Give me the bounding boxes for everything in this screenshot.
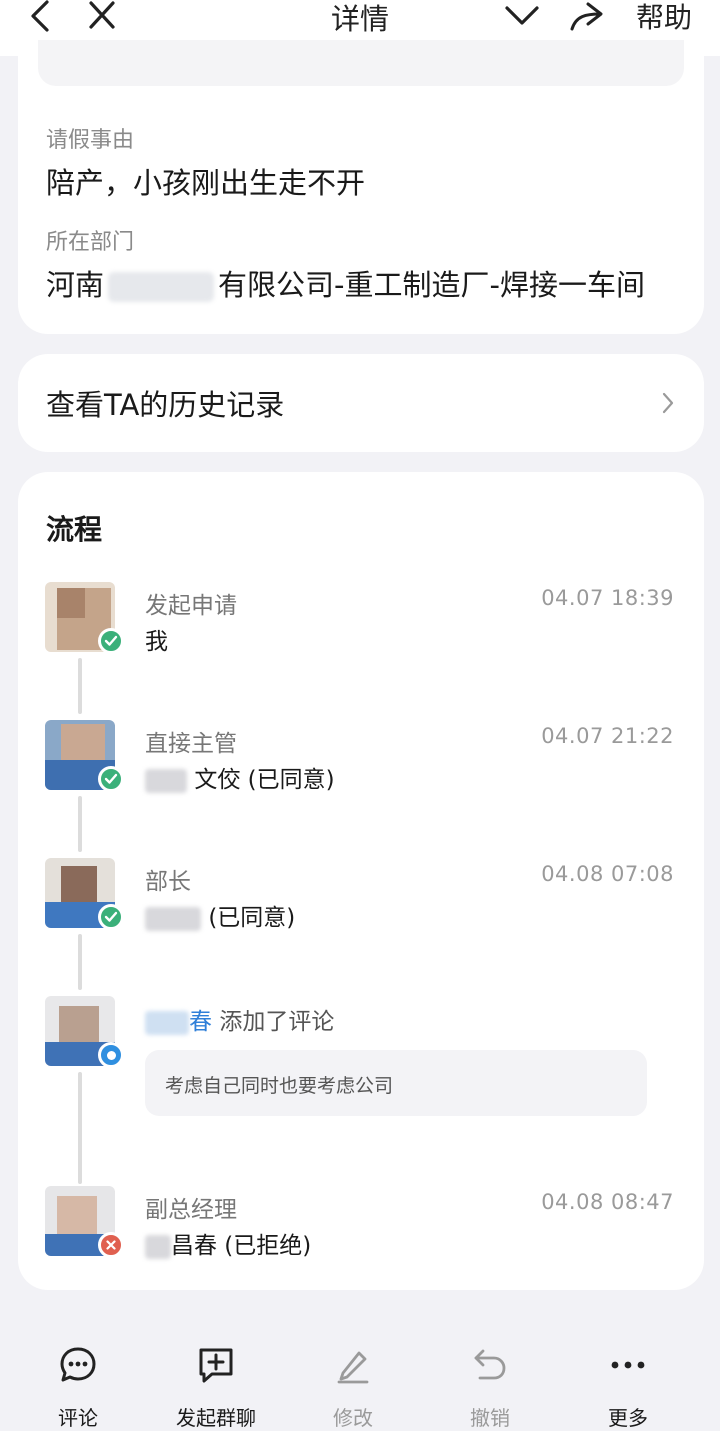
department-suffix: 有限公司-重工制造厂-焊接一车间 — [218, 268, 645, 302]
step-title: 部长 — [145, 869, 191, 895]
comment-bubble: 考虑自己同时也要考虑公司 — [145, 1050, 647, 1116]
share-icon[interactable] — [566, 0, 606, 32]
start-group-chat-button[interactable]: 发起群聊 — [160, 1344, 272, 1431]
redacted-text — [145, 906, 201, 931]
revoke-button[interactable]: 撤销 — [435, 1344, 545, 1431]
approved-badge-icon — [98, 628, 124, 654]
rejected-badge-icon — [98, 1232, 124, 1258]
step-title: 副总经理 — [145, 1197, 237, 1223]
reason-value: 陪产，小孩刚出生走不开 — [46, 166, 366, 200]
redacted-text — [108, 272, 215, 302]
more-label: 更多 — [608, 1406, 648, 1430]
comment-badge-icon — [98, 1042, 124, 1068]
step-time: 04.08 08:47 — [541, 1190, 674, 1214]
history-record-label: 查看TA的历史记录 — [46, 388, 285, 422]
approved-badge-icon — [98, 904, 124, 930]
department-label: 所在部门 — [46, 230, 135, 255]
commenter-name[interactable]: 春 — [189, 1009, 212, 1035]
comment-bubble-icon — [23, 1344, 133, 1386]
more-button[interactable]: 更多 — [573, 1344, 683, 1431]
approved-badge-icon — [98, 766, 124, 792]
redacted-text — [145, 1010, 189, 1035]
step-approver: 文佼 (已同意) — [145, 760, 335, 794]
process-card: 流程 发起申请 04.07 18:39 我 直接主管 04.07 21:22 文… — [18, 472, 704, 1290]
step-time: 04.07 18:39 — [541, 586, 674, 610]
timeline-connector — [78, 796, 82, 852]
step-approver: 我 — [145, 629, 168, 655]
step-approver: (已同意) — [145, 898, 295, 932]
comment-button[interactable]: 评论 — [23, 1344, 133, 1431]
department-prefix: 河南 — [46, 268, 105, 302]
chevron-right-icon — [662, 392, 674, 418]
step-time: 04.07 21:22 — [541, 724, 674, 748]
redacted-text — [145, 768, 187, 793]
timeline-connector — [78, 934, 82, 990]
timeline-connector — [78, 1072, 82, 1184]
history-record-row[interactable]: 查看TA的历史记录 — [18, 354, 704, 452]
details-card: 请假事由 陪产，小孩刚出生走不开 所在部门 河南 有限公司-重工制造厂-焊接一车间 — [18, 40, 704, 334]
edit-label: 修改 — [333, 1406, 373, 1430]
process-title: 流程 — [46, 513, 103, 546]
add-message-icon — [160, 1344, 272, 1386]
department-value: 河南 有限公司-重工制造厂-焊接一车间 — [46, 262, 645, 304]
comment-action: 添加了评论 — [219, 1009, 335, 1035]
redacted-text — [145, 1234, 171, 1259]
bottom-toolbar: 评论 发起群聊 修改 撤销 更多 — [0, 1322, 720, 1431]
undo-icon — [435, 1344, 545, 1386]
timeline-connector — [78, 658, 82, 714]
step-title: 直接主管 — [145, 731, 237, 757]
more-dots-icon — [573, 1344, 683, 1386]
comment-label: 评论 — [58, 1406, 98, 1430]
step-approver: 昌春 (已拒绝) — [145, 1226, 311, 1260]
page-title: 详情 — [330, 2, 389, 36]
step-time: 04.08 07:08 — [541, 862, 674, 886]
help-link[interactable]: 帮助 — [636, 0, 692, 36]
pencil-icon — [298, 1344, 408, 1386]
reason-label: 请假事由 — [46, 128, 135, 153]
edit-button[interactable]: 修改 — [298, 1344, 408, 1431]
chevron-down-icon[interactable] — [502, 0, 542, 32]
revoke-label: 撤销 — [470, 1406, 510, 1430]
step-title: 发起申请 — [145, 593, 237, 619]
comment-header: 春 添加了评论 — [145, 1002, 334, 1036]
group-chat-label: 发起群聊 — [176, 1406, 256, 1430]
previous-field-strip — [38, 40, 684, 86]
